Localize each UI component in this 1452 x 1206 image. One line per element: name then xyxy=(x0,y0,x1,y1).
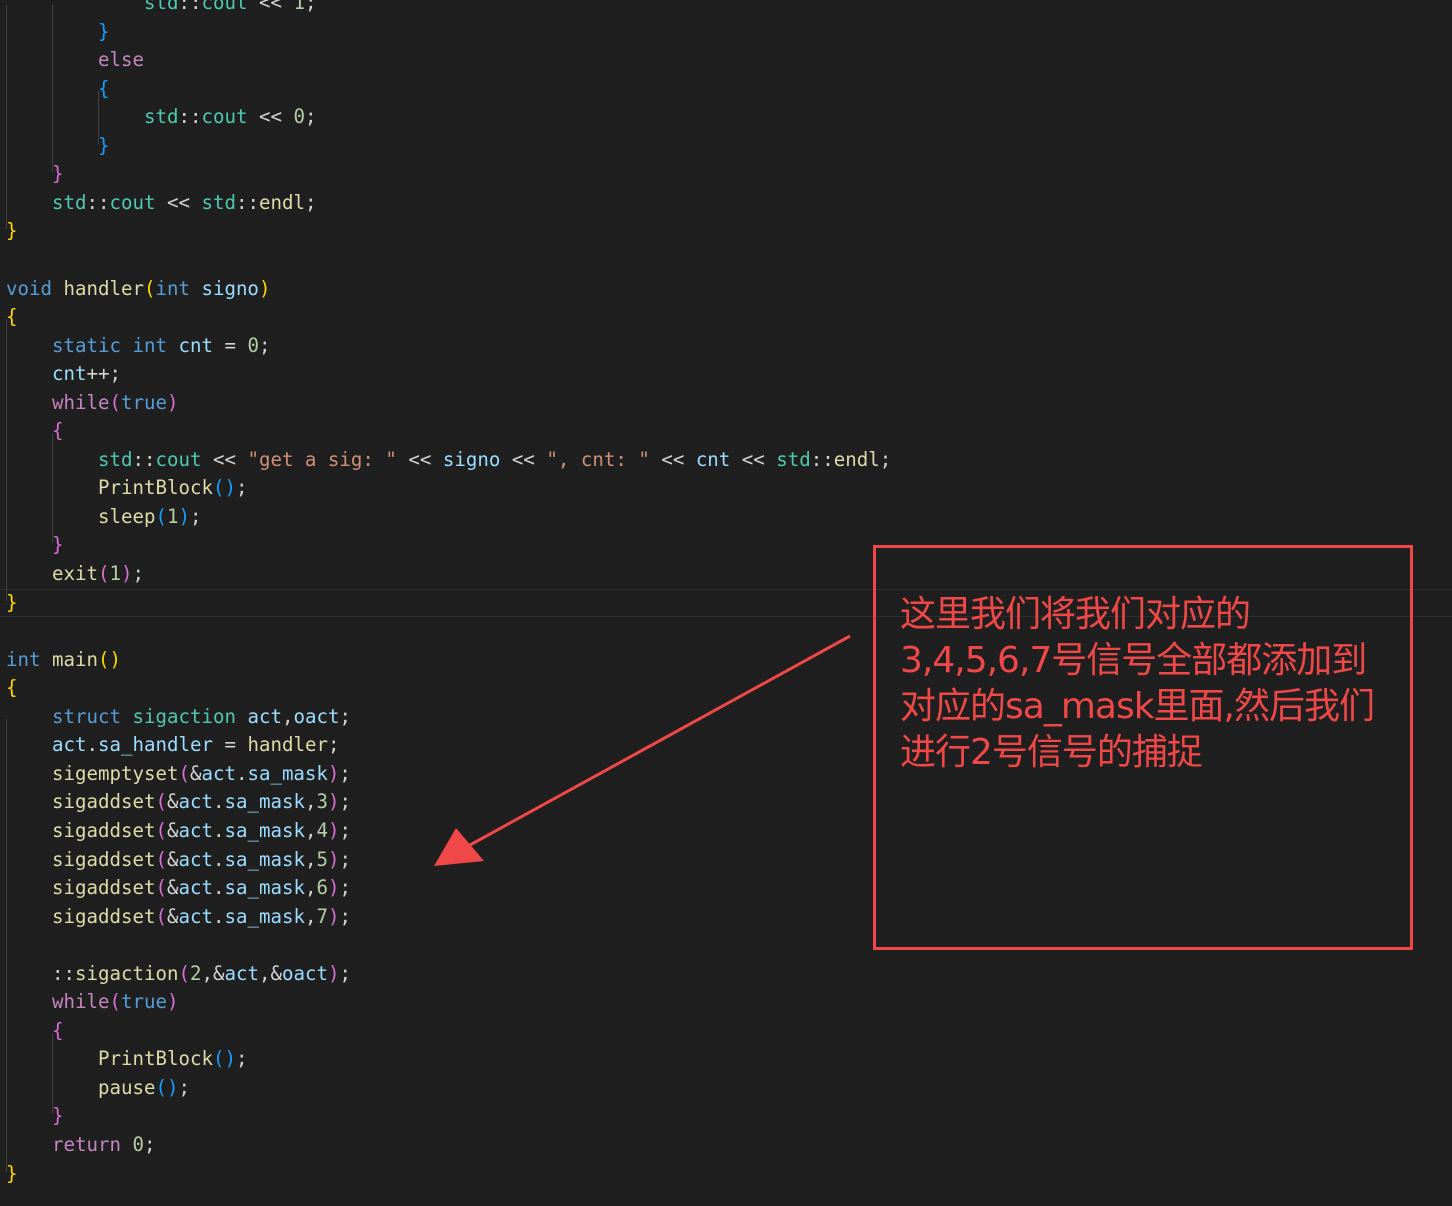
annotation-box: 这里我们将我们对应的3,4,5,6,7号信号全部都添加到对应的sa_mask里面… xyxy=(873,545,1413,950)
annotation-text: 这里我们将我们对应的3,4,5,6,7号信号全部都添加到对应的sa_mask里面… xyxy=(900,594,1375,773)
